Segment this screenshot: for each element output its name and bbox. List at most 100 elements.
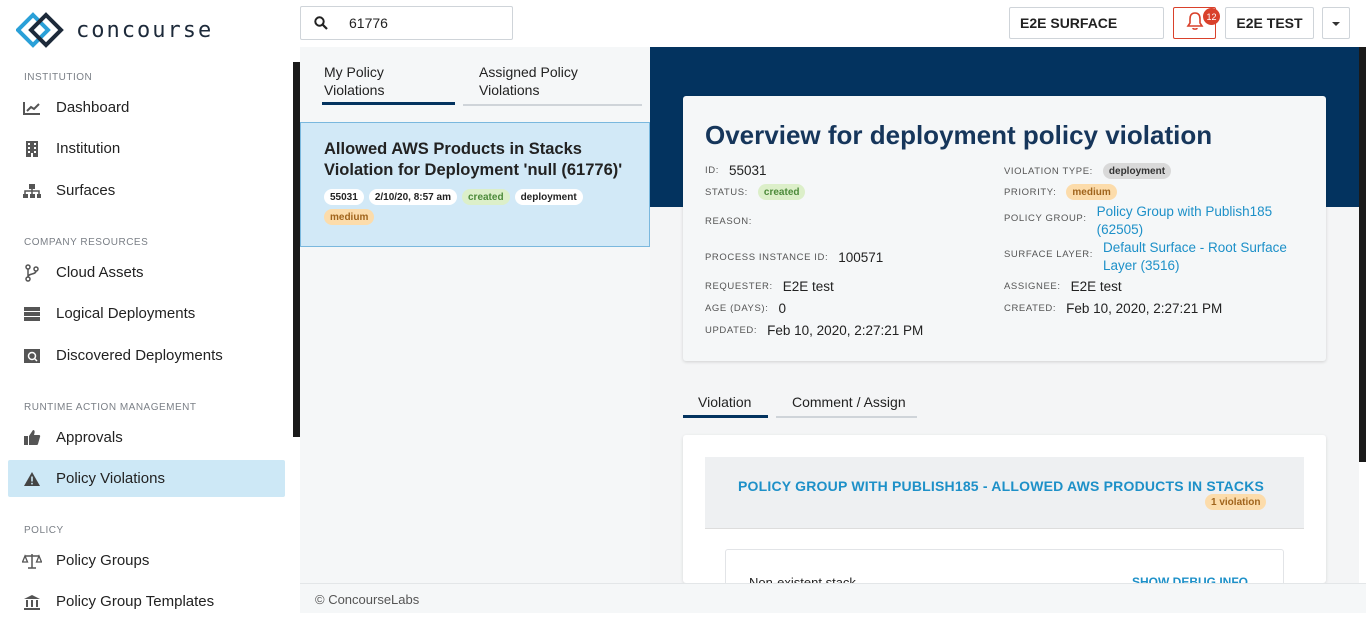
tab-label-line: My Policy: [324, 64, 384, 80]
priority-badge: medium: [1066, 184, 1117, 200]
field-label: STATUS:: [705, 187, 748, 198]
sidebar-item-surfaces[interactable]: Surfaces: [8, 172, 285, 209]
field-label: VIOLATION TYPE:: [1004, 166, 1093, 177]
field-age: AGE (DAYS): 0: [705, 300, 786, 318]
scale-icon: [22, 551, 42, 571]
violation-count-badge: 1 violation: [1205, 494, 1267, 510]
surface-selector[interactable]: E2E SURFACE: [1009, 7, 1164, 39]
violation-item-title-line: Violation for Deployment 'null (61776)': [324, 161, 623, 179]
tab-assigned-policy-violations[interactable]: Assigned Policy Violations: [479, 63, 578, 99]
field-id: ID: 55031: [705, 162, 767, 180]
detail-scrollbar[interactable]: [1359, 47, 1366, 462]
concourse-logo-icon: [15, 12, 66, 48]
stack-name: Non-existent stack: [749, 575, 856, 583]
sidebar-item-policy-groups[interactable]: Policy Groups: [8, 542, 285, 579]
search-input[interactable]: [349, 15, 499, 31]
field-label: REQUESTER:: [705, 281, 773, 292]
overview-card: Overview for deployment policy violation…: [683, 96, 1326, 361]
section-company-resources: COMPANY RESOURCES: [24, 237, 149, 248]
logo[interactable]: concourse: [15, 12, 214, 48]
tab-inactive-indicator: [776, 416, 917, 418]
field-value: 0: [778, 301, 786, 316]
tab-label-line: Violations: [324, 82, 385, 98]
type-chip: deployment: [514, 189, 583, 205]
field-label: PROCESS INSTANCE ID:: [705, 252, 829, 263]
field-status: STATUS: created: [705, 184, 810, 200]
sidebar-item-approvals[interactable]: Approvals: [8, 419, 285, 456]
field-assignee: ASSIGNEE: E2E test: [1004, 278, 1122, 296]
sidebar-item-discovered-deployments[interactable]: Discovered Deployments: [8, 337, 285, 374]
sidebar-item-label: Discovered Deployments: [56, 347, 223, 364]
sidebar-item-label: Policy Groups: [56, 552, 150, 569]
link-line: Default Surface - Root Surface: [1103, 240, 1287, 255]
sitemap-icon: [22, 181, 42, 201]
sidebar-item-institution[interactable]: Institution: [8, 130, 285, 167]
field-value: Feb 10, 2020, 2:27:21 PM: [1066, 301, 1223, 316]
field-value: E2E test: [1070, 279, 1122, 294]
caret-down-icon: [1331, 14, 1341, 32]
notification-count-badge: 12: [1203, 8, 1220, 25]
violation-item-chips: 55031 2/10/20, 8:57 am created deploymen…: [324, 189, 634, 225]
field-value: 100571: [838, 250, 884, 265]
search-server-icon: [22, 346, 42, 366]
thumbs-up-icon: [22, 428, 42, 448]
field-label: POLICY GROUP:: [1004, 213, 1087, 224]
field-label: PRIORITY:: [1004, 187, 1057, 198]
search-box[interactable]: [300, 6, 513, 40]
user-menu-button[interactable]: E2E TEST: [1225, 7, 1314, 39]
search-icon: [301, 16, 341, 30]
policy-group-header[interactable]: POLICY GROUP WITH PUBLISH185 - ALLOWED A…: [705, 457, 1304, 529]
field-label: SURFACE LAYER:: [1004, 249, 1093, 260]
violation-list-item[interactable]: Allowed AWS Products in Stacks Violation…: [300, 122, 650, 247]
section-runtime-action-management: RUNTIME ACTION MANAGEMENT: [24, 402, 197, 413]
sidebar-item-logical-deployments[interactable]: Logical Deployments: [8, 295, 285, 332]
field-value: Feb 10, 2020, 2:27:21 PM: [767, 323, 924, 338]
bank-icon: [22, 592, 42, 612]
sidebar: concourse INSTITUTION Dashboard Institut…: [0, 0, 300, 613]
server-icon: [22, 304, 42, 324]
violation-detail-card: POLICY GROUP WITH PUBLISH185 - ALLOWED A…: [683, 435, 1326, 583]
tab-inactive-indicator: [463, 104, 642, 106]
field-label: UPDATED:: [705, 325, 758, 336]
field-value: E2E test: [782, 279, 834, 294]
sidebar-item-label: Approvals: [56, 429, 123, 446]
field-label: REASON:: [705, 216, 752, 227]
tab-my-policy-violations[interactable]: My Policy Violations: [324, 63, 384, 99]
sidebar-item-cloud-assets[interactable]: Cloud Assets: [8, 254, 285, 291]
tab-active-indicator: [683, 415, 768, 418]
tab-label-line: Violations: [479, 82, 540, 98]
field-label: CREATED:: [1004, 303, 1057, 314]
link-line: Layer (3516): [1103, 258, 1180, 273]
priority-chip: medium: [324, 209, 375, 225]
status-chip: created: [461, 189, 510, 205]
sidebar-item-label: Surfaces: [56, 182, 116, 199]
sidebar-scrollbar[interactable]: [293, 62, 300, 437]
date-chip: 2/10/20, 8:57 am: [368, 189, 457, 205]
surface-layer-link[interactable]: Default Surface - Root Surface Layer (35…: [1103, 239, 1287, 275]
field-priority: PRIORITY: medium: [1004, 184, 1122, 200]
sidebar-item-policy-violations[interactable]: Policy Violations: [8, 460, 285, 497]
sidebar-item-policy-group-templates[interactable]: Policy Group Templates: [8, 583, 285, 620]
building-icon: [22, 139, 42, 159]
field-label: AGE (DAYS):: [705, 303, 769, 314]
link-line: (62505): [1096, 222, 1144, 237]
tab-label-line: Assigned Policy: [479, 64, 578, 80]
sidebar-item-dashboard[interactable]: Dashboard: [8, 89, 285, 126]
policy-group-link[interactable]: Policy Group with Publish185 (62505): [1097, 203, 1273, 239]
warning-icon: [22, 469, 42, 489]
field-updated: UPDATED: Feb 10, 2020, 2:27:21 PM: [705, 322, 923, 340]
app-name: concourse: [76, 17, 214, 43]
sidebar-item-label: Policy Violations: [56, 470, 165, 487]
show-debug-info-button[interactable]: SHOW DEBUG INFO: [1132, 575, 1248, 583]
tab-violation[interactable]: Violation: [698, 394, 751, 410]
field-process-instance-id: PROCESS INSTANCE ID: 100571: [705, 249, 883, 267]
tab-active-indicator: [322, 102, 455, 105]
field-policy-group: POLICY GROUP: Policy Group with Publish1…: [1004, 203, 1272, 239]
tab-comment-assign[interactable]: Comment / Assign: [792, 394, 906, 410]
stack-violation-card: Non-existent stack SHOW DEBUG INFO: [725, 549, 1284, 583]
field-reason: REASON:: [705, 213, 762, 227]
field-created: CREATED: Feb 10, 2020, 2:27:21 PM: [1004, 300, 1222, 318]
sidebar-item-label: Institution: [56, 140, 121, 157]
policy-group-title: POLICY GROUP WITH PUBLISH185 - ALLOWED A…: [738, 478, 1265, 494]
user-dropdown-button[interactable]: [1322, 7, 1350, 39]
